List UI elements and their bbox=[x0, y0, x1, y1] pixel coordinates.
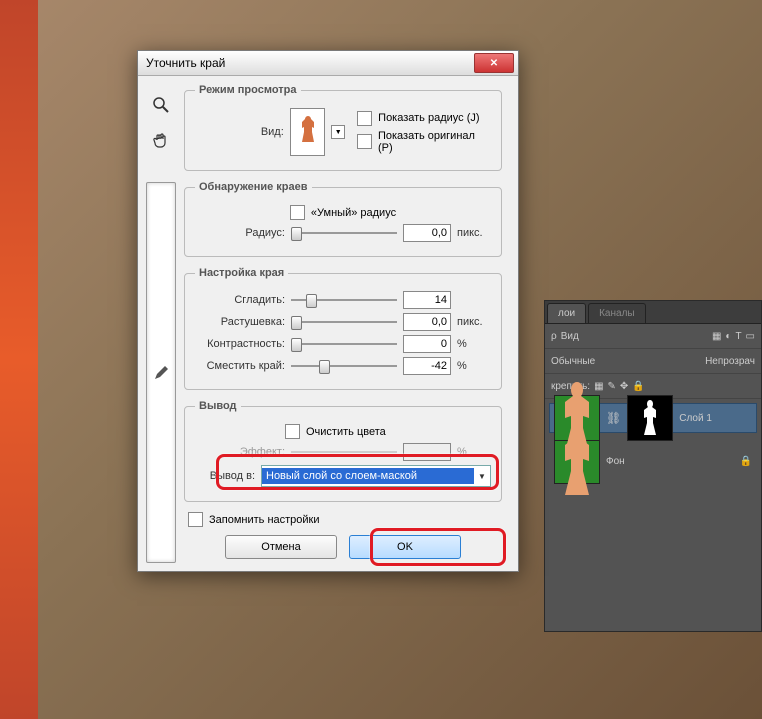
contrast-unit: % bbox=[457, 338, 491, 350]
show-radius-checkbox[interactable] bbox=[357, 111, 372, 126]
radius-unit: пикс. bbox=[457, 227, 491, 239]
cancel-button[interactable]: Отмена bbox=[225, 535, 337, 559]
shift-input[interactable] bbox=[403, 357, 451, 375]
chevron-down-icon: ▼ bbox=[474, 472, 490, 481]
feather-slider[interactable] bbox=[291, 315, 397, 329]
edge-detection-group: Обнаружение краев «Умный» радиус Радиус:… bbox=[184, 181, 502, 257]
view-label: Вид: bbox=[195, 126, 284, 138]
edge-detection-legend: Обнаружение краев bbox=[195, 181, 312, 193]
view-mode-legend: Режим просмотра bbox=[195, 84, 301, 96]
opacity-label: Непрозрач bbox=[705, 356, 755, 367]
output-legend: Вывод bbox=[195, 400, 241, 412]
filter-icon-3[interactable]: T bbox=[735, 331, 741, 342]
view-dropdown[interactable]: ▼ bbox=[331, 125, 345, 139]
zoom-tool[interactable] bbox=[146, 90, 176, 120]
filter-icon[interactable]: ▦ bbox=[712, 331, 721, 342]
feather-label: Растушевка: bbox=[195, 316, 285, 328]
contrast-input[interactable] bbox=[403, 335, 451, 353]
ok-button[interactable]: OK bbox=[349, 535, 461, 559]
output-to-value: Новый слой со слоем-маской bbox=[262, 468, 474, 484]
lock-icon-3[interactable]: ✥ bbox=[620, 381, 628, 392]
remember-checkbox[interactable] bbox=[188, 512, 203, 527]
output-group: Вывод Очистить цвета Эффект: % Вывод в: … bbox=[184, 400, 502, 502]
effect-unit: % bbox=[457, 446, 491, 458]
layer-name[interactable]: Фон bbox=[606, 456, 734, 467]
adjust-edge-legend: Настройка края bbox=[195, 267, 288, 279]
radius-input[interactable] bbox=[403, 224, 451, 242]
shift-label: Сместить край: bbox=[195, 360, 285, 372]
feather-input[interactable] bbox=[403, 313, 451, 331]
layer-thumbnail[interactable] bbox=[554, 395, 600, 441]
filter-icon-2[interactable]: ◐ bbox=[725, 331, 731, 342]
contrast-slider[interactable] bbox=[291, 337, 397, 351]
decontaminate-label: Очистить цвета bbox=[306, 426, 386, 438]
tab-layers[interactable]: лои bbox=[547, 303, 586, 323]
layer-row[interactable]: ⛓ Слой 1 bbox=[549, 403, 757, 433]
view-mode-group: Режим просмотра Вид: ▼ Показать радиус (… bbox=[184, 84, 502, 171]
shift-slider[interactable] bbox=[291, 359, 397, 373]
layers-panel: лои Каналы ρВид ▦ ◐ T ▭ Обычные Непрозра… bbox=[544, 300, 762, 632]
output-to-label: Вывод в: bbox=[195, 470, 255, 482]
lock-icon: 🔒 bbox=[740, 456, 752, 467]
dialog-title: Уточнить край bbox=[142, 56, 474, 70]
close-button[interactable]: ✕ bbox=[474, 53, 514, 73]
contrast-label: Контрастность: bbox=[195, 338, 285, 350]
smart-radius-label: «Умный» радиус bbox=[311, 207, 396, 219]
refine-brush-tool[interactable] bbox=[146, 182, 176, 563]
titlebar[interactable]: Уточнить край ✕ bbox=[138, 51, 518, 76]
lock-icon-2[interactable]: ✎ bbox=[608, 381, 616, 392]
show-original-checkbox[interactable] bbox=[357, 134, 372, 149]
feather-unit: пикс. bbox=[457, 316, 491, 328]
hand-tool[interactable] bbox=[146, 126, 176, 156]
blend-mode[interactable]: Обычные bbox=[551, 356, 595, 367]
show-original-label: Показать оригинал (P) bbox=[378, 130, 491, 154]
shift-unit: % bbox=[457, 360, 491, 372]
effect-slider bbox=[291, 445, 397, 459]
tab-channels[interactable]: Каналы bbox=[588, 303, 646, 323]
smart-radius-checkbox[interactable] bbox=[290, 205, 305, 220]
show-radius-label: Показать радиус (J) bbox=[378, 112, 479, 124]
decontaminate-checkbox[interactable] bbox=[285, 424, 300, 439]
radius-label: Радиус: bbox=[195, 227, 285, 239]
remember-label: Запомнить настройки bbox=[209, 514, 320, 526]
smooth-input[interactable] bbox=[403, 291, 451, 309]
lock-icon-4[interactable]: 🔒 bbox=[632, 381, 644, 392]
refine-edge-dialog: Уточнить край ✕ Режим просмотра Вид: ▼ П… bbox=[137, 50, 519, 572]
radius-slider[interactable] bbox=[291, 226, 397, 240]
smooth-slider[interactable] bbox=[291, 293, 397, 307]
layer-mask-thumbnail[interactable] bbox=[627, 395, 673, 441]
kind-label: Вид bbox=[561, 331, 579, 342]
smooth-label: Сгладить: bbox=[195, 294, 285, 306]
view-thumbnail[interactable] bbox=[290, 108, 326, 156]
effect-input bbox=[403, 443, 451, 461]
output-to-select[interactable]: Новый слой со слоем-маской ▼ bbox=[261, 465, 491, 487]
layer-name[interactable]: Слой 1 bbox=[679, 413, 712, 424]
link-icon[interactable]: ⛓ bbox=[606, 411, 621, 425]
adjust-edge-group: Настройка края Сгладить: Растушевка: пик… bbox=[184, 267, 502, 390]
filter-icon-4[interactable]: ▭ bbox=[746, 331, 755, 342]
effect-label: Эффект: bbox=[195, 446, 285, 458]
